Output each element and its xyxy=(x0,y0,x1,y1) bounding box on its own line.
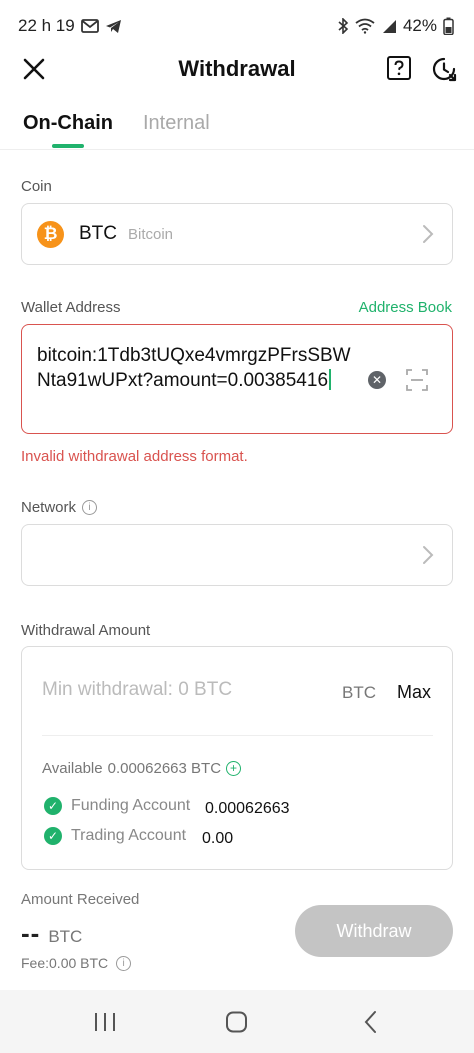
status-right: 42% xyxy=(337,16,454,36)
trading-account-row[interactable]: ✓ Trading Account xyxy=(44,827,186,845)
scan-icon[interactable] xyxy=(406,369,428,391)
withdraw-button[interactable]: Withdraw xyxy=(295,905,453,957)
coin-symbol: BTC xyxy=(79,223,117,244)
active-tab-indicator xyxy=(52,144,84,148)
info-icon[interactable]: i xyxy=(82,500,98,515)
add-funds-icon[interactable]: + xyxy=(226,761,242,776)
tab-internal[interactable]: Internal xyxy=(143,112,210,135)
info-icon[interactable]: i xyxy=(116,955,132,971)
tab-bar: On-Chain Internal xyxy=(0,100,474,150)
coin-label: Coin xyxy=(21,178,52,195)
address-error-message: Invalid withdrawal address format. xyxy=(21,448,248,465)
bitcoin-icon: ₿ xyxy=(37,220,64,248)
system-nav-bar xyxy=(0,990,474,1053)
text-caret xyxy=(329,369,332,390)
checkmark-icon: ✓ xyxy=(44,827,62,845)
account-label: Trading Account xyxy=(71,827,187,844)
amount-received-value: -- BTC xyxy=(21,918,82,949)
gmail-icon xyxy=(80,19,99,33)
amount-input[interactable] xyxy=(42,679,302,701)
coin-name: Bitcoin xyxy=(128,225,174,243)
funding-account-row[interactable]: ✓ Funding Account xyxy=(44,797,190,815)
chevron-right-icon xyxy=(423,225,434,243)
fee-text: Fee:0.00 BTC xyxy=(21,955,109,971)
tab-on-chain[interactable]: On-Chain xyxy=(23,112,113,135)
battery-icon xyxy=(443,17,454,35)
checkmark-icon: ✓ xyxy=(44,797,62,815)
network-label: Network xyxy=(21,499,77,516)
chevron-right-icon xyxy=(423,546,434,564)
max-button[interactable]: Max xyxy=(397,682,431,703)
received-unit: BTC xyxy=(48,927,83,946)
status-left: 22 h 19 xyxy=(18,16,122,36)
available-balance: Available 0.00062663 BTC + xyxy=(42,760,242,777)
home-icon[interactable] xyxy=(224,1010,250,1034)
telegram-icon xyxy=(105,19,121,33)
wallet-address-value[interactable]: bitcoin:1Tdb3tUQxe4vmrgzPFrsSBWNta91wUPx… xyxy=(37,343,357,393)
wallet-address-label: Wallet Address xyxy=(21,299,121,316)
wifi-icon xyxy=(355,18,375,34)
withdrawal-amount-panel: BTC Max Available 0.00062663 BTC + ✓ Fun… xyxy=(21,646,453,870)
account-label: Funding Account xyxy=(71,797,191,814)
network-selector[interactable] xyxy=(21,524,453,586)
amount-unit: BTC xyxy=(342,683,376,702)
clear-icon[interactable]: ✕ xyxy=(368,371,386,389)
back-icon[interactable] xyxy=(358,1010,384,1034)
status-time: 22 h 19 xyxy=(18,16,75,35)
received-amount: -- xyxy=(21,918,41,948)
app-header: Withdrawal xyxy=(0,46,474,92)
signal-icon xyxy=(382,19,396,33)
close-icon[interactable] xyxy=(20,55,48,83)
status-bar: 22 h 19 42% xyxy=(0,0,474,52)
account-value: 0.00062663 xyxy=(205,800,290,817)
help-icon[interactable] xyxy=(386,55,412,81)
available-label: Available xyxy=(42,760,103,777)
amount-received-label: Amount Received xyxy=(21,891,140,908)
account-value: 0.00 xyxy=(202,830,234,847)
fee-row: Fee:0.00 BTC i xyxy=(21,955,132,971)
page-title: Withdrawal xyxy=(178,56,296,81)
network-label-row: Network i xyxy=(21,499,98,516)
divider xyxy=(42,735,433,736)
coin-selector[interactable]: ₿ BTC Bitcoin xyxy=(21,203,453,265)
battery-text: 42% xyxy=(402,16,437,35)
wallet-address-input[interactable]: bitcoin:1Tdb3tUQxe4vmrgzPFrsSBWNta91wUPx… xyxy=(21,324,453,434)
bluetooth-icon xyxy=(338,18,349,34)
history-icon[interactable] xyxy=(430,55,458,83)
address-book-link[interactable]: Address Book xyxy=(359,299,452,316)
available-value: 0.00062663 BTC xyxy=(107,760,222,777)
withdrawal-amount-label: Withdrawal Amount xyxy=(21,622,151,639)
recent-apps-icon[interactable] xyxy=(92,1010,118,1034)
